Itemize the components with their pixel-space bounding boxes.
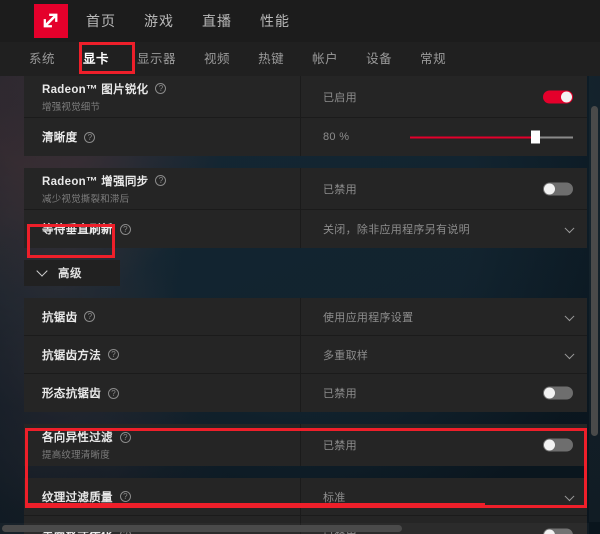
horizontal-scrollbar-thumb[interactable] (2, 525, 402, 532)
toggle-anisotropic-filtering[interactable] (543, 438, 573, 452)
settings-group-texture: 各向异性过滤 ? 提高纹理清晰度 已禁用 (24, 424, 587, 466)
label-anisotropic-filtering: 各向异性过滤 (42, 432, 113, 444)
value-image-sharpening: 已启用 (323, 91, 357, 104)
chevron-down-icon[interactable] (36, 265, 48, 277)
row-anisotropic-filtering[interactable]: 各向异性过滤 ? 提高纹理清晰度 已禁用 (24, 424, 587, 466)
row-anti-aliasing-method[interactable]: 抗锯齿方法 ? 多重取样 (24, 336, 587, 374)
section-header-advanced[interactable]: 高级 (24, 260, 120, 286)
slider-fill (410, 136, 538, 139)
topnav-item-home[interactable]: 首页 (86, 11, 116, 31)
label-anti-aliasing-method: 抗锯齿方法 (42, 349, 101, 362)
tab-devices[interactable]: 设备 (363, 44, 395, 75)
value-anti-aliasing: 使用应用程序设置 (323, 311, 414, 324)
settings-tab-bar: 系统 显卡 显示器 视频 热键 帐户 设备 常规 (0, 42, 600, 76)
settings-scroll-area[interactable]: Radeon™ 图片锐化 ? 增强视觉细节 已启用 清晰度 ? 80 % Rad… (0, 76, 600, 534)
value-anti-aliasing-method: 多重取样 (323, 349, 369, 362)
value-sharpness: 80 % (323, 131, 350, 143)
tab-hotkeys[interactable]: 热键 (255, 44, 287, 75)
row-image-sharpening[interactable]: Radeon™ 图片锐化 ? 增强视觉细节 已启用 (24, 76, 587, 118)
top-navigation-items: 首页 游戏 直播 性能 (86, 11, 290, 31)
row-sharpness[interactable]: 清晰度 ? 80 % (24, 118, 587, 156)
help-icon[interactable]: ? (84, 131, 96, 143)
tab-graphics[interactable]: 显卡 (80, 44, 113, 75)
topnav-item-gaming[interactable]: 游戏 (144, 11, 174, 31)
tab-video[interactable]: 视频 (201, 44, 233, 75)
label-anti-aliasing: 抗锯齿 (42, 311, 78, 324)
tab-display[interactable]: 显示器 (134, 44, 179, 75)
help-icon[interactable]: ? (108, 387, 119, 399)
tab-system[interactable]: 系统 (26, 44, 58, 75)
row-morphological-aa[interactable]: 形态抗锯齿 ? 已禁用 (24, 374, 587, 412)
row-anti-aliasing[interactable]: 抗锯齿 ? 使用应用程序设置 (24, 298, 587, 336)
toggle-image-sharpening[interactable] (543, 90, 573, 103)
chevron-down-icon[interactable] (564, 348, 575, 359)
toggle-enhanced-sync[interactable] (543, 182, 573, 195)
row-value-sharpness: 80 % (301, 118, 587, 156)
slider-sharpness[interactable] (410, 130, 573, 144)
settings-group-antialiasing: 抗锯齿 ? 使用应用程序设置 抗锯齿方法 ? 多重取样 形态抗锯齿 ? 已禁用 (24, 298, 587, 412)
row-label-image-sharpening: Radeon™ 图片锐化 ? 增强视觉细节 (24, 76, 301, 117)
row-value-texture-filter-quality: 标准 (301, 478, 587, 515)
value-wait-vsync: 关闭，除非应用程序另有说明 (323, 224, 470, 236)
tab-general[interactable]: 常规 (417, 44, 449, 75)
help-icon[interactable]: ? (155, 83, 167, 94)
row-value-image-sharpening: 已启用 (301, 76, 587, 117)
label-enhanced-sync: Radeon™ 增强同步 (42, 175, 149, 188)
annotation-underline-tessellation (25, 503, 485, 508)
chevron-down-icon[interactable] (564, 223, 575, 234)
help-icon[interactable]: ? (108, 349, 119, 360)
help-icon[interactable]: ? (155, 175, 167, 186)
help-icon[interactable]: ? (119, 431, 131, 443)
label-sharpness: 清晰度 (42, 132, 78, 144)
sublabel-enhanced-sync: 减少视觉撕裂和滞后 (42, 193, 130, 205)
help-icon[interactable]: ? (119, 491, 131, 502)
row-label-texture-filter-quality: 纹理过滤质量 ? (24, 478, 301, 515)
label-image-sharpening: Radeon™ 图片锐化 (42, 83, 149, 96)
row-label-sharpness: 清晰度 ? (24, 118, 301, 156)
row-value-enhanced-sync: 已禁用 (301, 168, 587, 209)
help-icon[interactable]: ? (84, 311, 96, 322)
row-label-morphological-aa: 形态抗锯齿 ? (24, 374, 301, 412)
value-enhanced-sync: 已禁用 (323, 183, 357, 196)
horizontal-scrollbar[interactable] (0, 523, 589, 534)
vertical-scrollbar-thumb[interactable] (591, 106, 598, 436)
help-icon[interactable]: ? (119, 223, 131, 235)
tab-account[interactable]: 帐户 (309, 44, 341, 75)
row-value-anisotropic-filtering: 已禁用 (301, 424, 587, 466)
topnav-item-performance[interactable]: 性能 (260, 11, 290, 31)
value-morphological-aa: 已禁用 (323, 388, 357, 400)
topnav-item-streaming[interactable]: 直播 (202, 11, 232, 31)
label-morphological-aa: 形态抗锯齿 (42, 388, 101, 400)
row-texture-filter-quality[interactable]: 纹理过滤质量 ? 标准 (24, 478, 587, 516)
row-value-morphological-aa: 已禁用 (301, 374, 587, 412)
row-label-anti-aliasing-method: 抗锯齿方法 ? (24, 336, 301, 373)
graphics-settings-panel: Radeon™ 图片锐化 ? 增强视觉细节 已启用 清晰度 ? 80 % Rad… (24, 76, 587, 534)
row-label-anti-aliasing: 抗锯齿 ? (24, 298, 301, 335)
amd-radeon-logo-icon[interactable] (34, 4, 68, 38)
value-anisotropic-filtering: 已禁用 (323, 440, 357, 452)
row-label-wait-vsync: 等待垂直刷新 ? (24, 210, 301, 248)
vertical-scrollbar[interactable] (589, 76, 600, 522)
row-value-anti-aliasing: 使用应用程序设置 (301, 298, 587, 335)
top-navigation-bar: 首页 游戏 直播 性能 (0, 0, 600, 42)
sublabel-anisotropic-filtering: 提高纹理清晰度 (42, 450, 110, 461)
label-wait-vsync: 等待垂直刷新 (42, 224, 113, 236)
slider-thumb[interactable] (530, 130, 540, 144)
row-label-enhanced-sync: Radeon™ 增强同步 ? 减少视觉撕裂和滞后 (24, 168, 301, 209)
chevron-down-icon[interactable] (564, 490, 575, 501)
row-value-wait-vsync: 关闭，除非应用程序另有说明 (301, 210, 587, 248)
row-label-anisotropic-filtering: 各向异性过滤 ? 提高纹理清晰度 (24, 424, 301, 466)
settings-group-sync: Radeon™ 增强同步 ? 减少视觉撕裂和滞后 已禁用 等待垂直刷新 ? 关闭… (24, 168, 587, 248)
chevron-down-icon[interactable] (564, 310, 575, 321)
row-enhanced-sync[interactable]: Radeon™ 增强同步 ? 减少视觉撕裂和滞后 已禁用 (24, 168, 587, 210)
section-title-advanced: 高级 (58, 268, 82, 280)
row-value-anti-aliasing-method: 多重取样 (301, 336, 587, 373)
settings-group-basic: Radeon™ 图片锐化 ? 增强视觉细节 已启用 清晰度 ? 80 % (24, 76, 587, 156)
toggle-morphological-aa[interactable] (543, 386, 573, 400)
row-wait-vsync[interactable]: 等待垂直刷新 ? 关闭，除非应用程序另有说明 (24, 210, 587, 248)
sublabel-image-sharpening: 增强视觉细节 (42, 101, 101, 113)
